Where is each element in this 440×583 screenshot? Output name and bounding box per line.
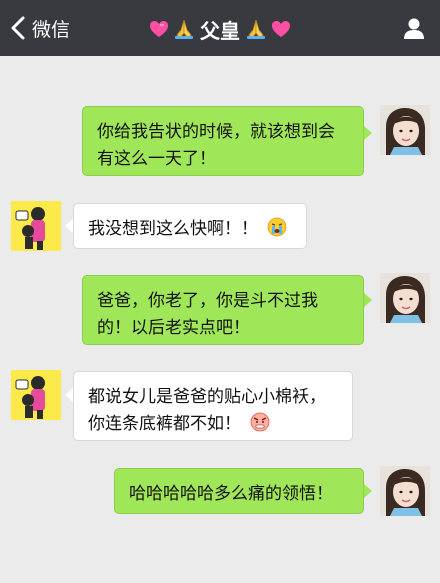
message-bubble[interactable]: 都说女儿是爸爸的贴心小棉袄，你连条底裤都不如！ — [73, 371, 353, 441]
bubble-tail — [364, 126, 372, 140]
chat-title: 父皇 — [0, 14, 440, 44]
bubble-tail — [364, 293, 372, 307]
nav-bar: 微信 父皇 — [0, 0, 440, 56]
contact-avatar[interactable] — [11, 201, 61, 251]
message-bubble[interactable]: 我没想到这么快啊！！ — [73, 203, 307, 249]
my-avatar[interactable] — [380, 105, 430, 155]
message-text: 爸爸，你老了，你是斗不过我的！以后老实点吧！ — [97, 291, 318, 338]
my-avatar[interactable] — [380, 466, 430, 516]
message-text: 你给我告状的时候，就该想到会有这么一天了！ — [97, 122, 335, 169]
girl-avatar-icon — [380, 466, 430, 516]
message-bubble[interactable]: 哈哈哈哈哈多么痛的领悟！ — [114, 468, 364, 514]
crying-face-icon — [268, 217, 287, 237]
heart-icon — [272, 21, 290, 37]
girl-avatar-icon — [380, 273, 430, 323]
chat-title-text: 父皇 — [200, 18, 240, 43]
girl-avatar-icon — [380, 105, 430, 155]
message-text: 哈哈哈哈哈多么痛的领悟！ — [129, 484, 333, 504]
pray-icon — [175, 19, 193, 39]
my-avatar[interactable] — [380, 273, 430, 323]
message-text: 都说女儿是爸爸的贴心小棉袄，你连条底裤都不如！ — [88, 387, 326, 434]
pray-icon — [247, 19, 265, 39]
bubble-tail — [65, 219, 73, 233]
contact-avatar[interactable] — [11, 370, 61, 420]
bubble-tail — [65, 388, 73, 402]
message-bubble[interactable]: 爸爸，你老了，你是斗不过我的！以后老实点吧！ — [82, 275, 364, 345]
cartoon-avatar-icon — [11, 370, 61, 420]
heart-icon — [150, 21, 168, 37]
message-text: 我没想到这么快啊！！ — [88, 219, 258, 239]
profile-icon[interactable] — [402, 16, 426, 40]
message-bubble[interactable]: 你给我告状的时候，就该想到会有这么一天了！ — [82, 106, 364, 176]
angry-face-icon — [251, 412, 270, 432]
cartoon-avatar-icon — [11, 201, 61, 251]
bubble-tail — [364, 484, 372, 498]
